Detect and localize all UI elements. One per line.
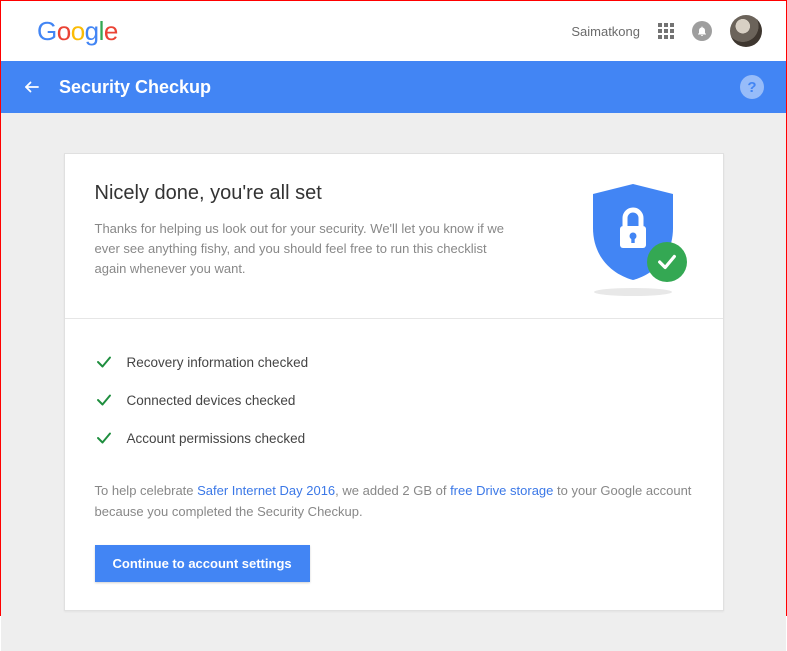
result-card: Nicely done, you're all set Thanks for h… (64, 153, 724, 611)
list-item: Recovery information checked (95, 343, 693, 381)
page-title: Security Checkup (59, 77, 211, 98)
logo-letter: G (37, 16, 57, 47)
promo-text: To help celebrate Safer Internet Day 201… (95, 481, 693, 523)
check-badge-icon (647, 242, 687, 282)
logo-letter: e (104, 16, 118, 47)
header-right: Saimatkong (571, 15, 762, 47)
logo-letter: o (71, 16, 85, 47)
card-subtitle: Thanks for helping us look out for your … (95, 219, 505, 279)
list-item: Connected devices checked (95, 381, 693, 419)
safer-internet-link[interactable]: Safer Internet Day 2016 (197, 483, 335, 498)
username-label[interactable]: Saimatkong (571, 24, 640, 39)
drive-storage-link[interactable]: free Drive storage (450, 483, 553, 498)
page-body: Nicely done, you're all set Thanks for h… (1, 113, 786, 651)
checkmark-icon (95, 353, 113, 371)
shield-illustration (573, 182, 693, 296)
list-item: Account permissions checked (95, 419, 693, 457)
google-logo[interactable]: G o o g l e (37, 16, 118, 47)
promo-segment: , we added 2 GB of (335, 483, 450, 498)
checklist: Recovery information checked Connected d… (95, 343, 693, 457)
check-label: Account permissions checked (127, 431, 306, 446)
promo-segment: To help celebrate (95, 483, 198, 498)
logo-letter: o (57, 16, 71, 47)
card-title: Nicely done, you're all set (95, 182, 505, 205)
notifications-icon[interactable] (692, 21, 712, 41)
back-arrow-icon[interactable] (23, 78, 41, 96)
avatar[interactable] (730, 15, 762, 47)
apps-icon[interactable] (658, 23, 674, 39)
checkmark-icon (95, 391, 113, 409)
card-header: Nicely done, you're all set Thanks for h… (65, 154, 723, 319)
shield-shadow (594, 288, 672, 296)
logo-letter: g (85, 16, 99, 47)
app-header: G o o g l e Saimatkong (1, 1, 786, 61)
card-body: Recovery information checked Connected d… (65, 319, 723, 610)
help-icon[interactable]: ? (740, 75, 764, 99)
check-label: Connected devices checked (127, 393, 296, 408)
checkmark-icon (95, 429, 113, 447)
page-toolbar: Security Checkup ? (1, 61, 786, 113)
check-label: Recovery information checked (127, 355, 309, 370)
continue-button[interactable]: Continue to account settings (95, 545, 310, 582)
